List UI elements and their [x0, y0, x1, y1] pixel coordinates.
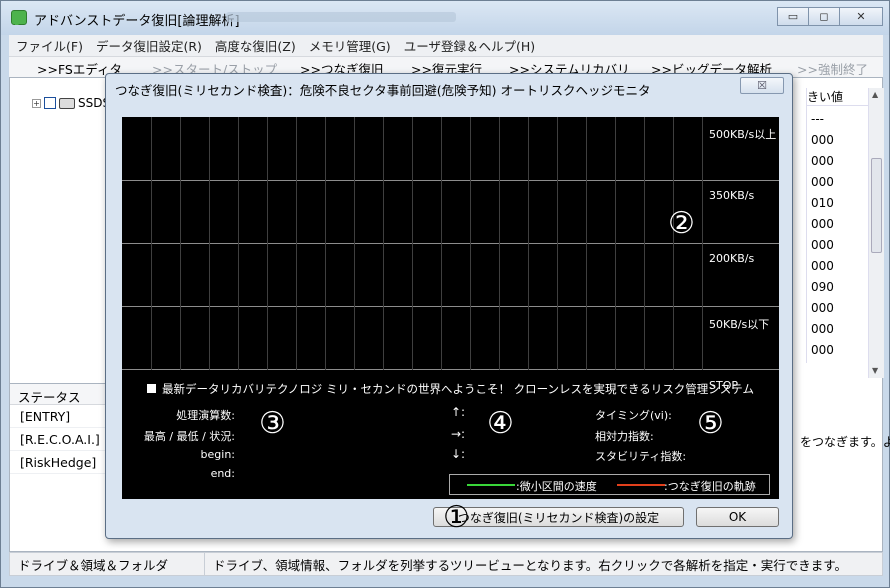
scroll-down-icon[interactable]: ▼ — [872, 366, 878, 375]
drive-icon — [59, 97, 75, 109]
menu-memory[interactable]: メモリ管理(G) — [302, 36, 397, 55]
grid-line — [209, 117, 210, 370]
label-rsi: 相対力指数: — [595, 430, 654, 443]
grid-line — [383, 117, 384, 370]
scrollbar-thumb[interactable] — [871, 158, 882, 253]
stop-label: STOP — [709, 379, 738, 392]
log-text: をつなぎます。よ — [800, 435, 890, 449]
menu-recovery-settings[interactable]: データ復旧設定(R) — [89, 36, 208, 55]
value-cell: 000 — [811, 175, 834, 189]
grid-line — [296, 117, 297, 370]
app-icon — [11, 10, 27, 25]
grid-line — [470, 117, 471, 370]
grid-line — [122, 243, 779, 244]
value-cell: 000 — [811, 343, 834, 357]
grid-line — [412, 117, 413, 370]
grid-line — [557, 117, 558, 370]
grid-line — [122, 306, 779, 307]
marker-5: ⑤ — [697, 406, 724, 441]
status-bar-left: ドライブ＆領域＆フォルダ — [10, 553, 205, 575]
welcome-text: 最新データリカバリテクノロジ ミリ・セカンドの世界へようこそ！ クローンレスを実… — [162, 382, 754, 396]
ok-button[interactable]: OK — [696, 507, 779, 527]
close-button[interactable]: ✕ — [839, 7, 883, 26]
welcome-message: 最新データリカバリテクノロジ ミリ・セカンドの世界へようこそ！ クローンレスを実… — [147, 381, 754, 397]
grid-line — [151, 117, 152, 370]
speed-monitor: 500KB/s以上 350KB/s 200KB/s 50KB/s以下 ② 最新デ… — [122, 117, 779, 499]
tree-item-drive[interactable]: + SSDS — [32, 96, 110, 110]
value-cell: 000 — [811, 154, 834, 168]
value-cell: 000 — [811, 322, 834, 336]
square-icon — [147, 384, 156, 393]
scroll-up-icon[interactable]: ▲ — [872, 90, 878, 99]
label-max-min-status: 最高 / 最低 / 状況: — [143, 430, 235, 443]
title-blurred-text — [226, 12, 456, 22]
scale-label-500: 500KB/s以上 — [709, 128, 777, 141]
value-cell: 000 — [811, 301, 834, 315]
grid-line — [325, 117, 326, 370]
scale-label-200: 200KB/s — [709, 252, 755, 265]
menu-help[interactable]: ユーザ登録＆ヘルプ(H) — [397, 36, 541, 55]
value-cell: 090 — [811, 280, 834, 294]
value-cell: 000 — [811, 217, 834, 231]
drive-checkbox[interactable] — [44, 97, 56, 109]
risk-hedge-monitor-dialog: つなぎ復旧(ミリセカンド検査)：危険不良セクタ事前回避(危険予知) オートリスク… — [105, 73, 793, 539]
title-bar: アドバンストデータ復旧[論理解析] ▭ ◻ ✕ — [1, 1, 889, 35]
menu-file[interactable]: ファイル(F) — [9, 36, 89, 55]
marker-2: ② — [668, 206, 695, 241]
tsunagi-settings-button[interactable]: つなぎ復旧(ミリセカンド検査)の設定 — [433, 507, 684, 527]
label-operations: 処理演算数: — [176, 409, 235, 422]
grid-line — [615, 117, 616, 370]
red-legend-text: :つなぎ復旧の軌跡 — [664, 480, 756, 493]
value-column-header: きい値 — [807, 88, 869, 106]
value-cell: --- — [811, 112, 824, 126]
grid-line — [673, 117, 674, 370]
minimize-button[interactable]: ▭ — [777, 7, 809, 26]
grid-line — [122, 180, 779, 181]
value-cell: 000 — [811, 133, 834, 147]
dialog-title: つなぎ復旧(ミリセカンド検査)：危険不良セクタ事前回避(危険予知) オートリスク… — [115, 83, 651, 98]
value-cell: 010 — [811, 196, 834, 210]
legend: :微小区間の速度 :つなぎ復旧の軌跡 — [449, 474, 770, 495]
right-arrow-label: →: — [451, 427, 466, 441]
value-cell: 000 — [811, 259, 834, 273]
value-column: きい値 --- 000 000 000 010 000 000 000 090 … — [806, 88, 869, 363]
marker-1: ① — [443, 500, 470, 535]
marker-4: ④ — [487, 406, 514, 441]
dialog-close-button[interactable]: ☒ — [740, 77, 784, 94]
up-arrow-label: ↑: — [451, 405, 466, 419]
red-legend-line — [617, 484, 665, 486]
menu-advanced-recovery[interactable]: 高度な復旧(Z) — [208, 36, 302, 55]
grid-line — [644, 117, 645, 370]
label-timing: タイミング(vi): — [595, 409, 672, 422]
scale-label-350: 350KB/s — [709, 189, 755, 202]
down-arrow-label: ↓: — [451, 447, 466, 461]
grid-line — [586, 117, 587, 370]
value-cell: 000 — [811, 238, 834, 252]
green-legend-text: :微小区間の速度 — [516, 480, 597, 493]
grid-line — [238, 117, 239, 370]
scale-label-50: 50KB/s以下 — [709, 318, 770, 331]
maximize-button[interactable]: ◻ — [808, 7, 840, 26]
vertical-scrollbar[interactable]: ▲ ▼ — [868, 88, 884, 378]
grid-line — [122, 369, 779, 370]
grid-line — [499, 117, 500, 370]
menu-bar: ファイル(F) データ復旧設定(R) 高度な復旧(Z) メモリ管理(G) ユーザ… — [9, 35, 883, 57]
grid-line — [441, 117, 442, 370]
grid-line — [267, 117, 268, 370]
grid-line — [702, 117, 703, 370]
force-end-button[interactable]: >>強制終了 — [797, 59, 868, 78]
green-legend-line — [467, 484, 515, 486]
label-stability: スタビリティ指数: — [595, 450, 687, 463]
grid-line — [180, 117, 181, 370]
label-begin: begin: — [200, 448, 235, 461]
marker-3: ③ — [259, 406, 286, 441]
expand-icon[interactable]: + — [32, 98, 41, 108]
status-bar-right: ドライブ、領域情報、フォルダを列挙するツリービューとなります。右クリックで各解析… — [213, 557, 848, 573]
window-title: アドバンストデータ復旧[論理解析] — [34, 14, 240, 29]
grid-line — [528, 117, 529, 370]
label-end: end: — [210, 467, 235, 480]
status-bar: ドライブ＆領域＆フォルダ ドライブ、領域情報、フォルダを列挙するツリービューとな… — [9, 552, 883, 576]
grid-line — [354, 117, 355, 370]
